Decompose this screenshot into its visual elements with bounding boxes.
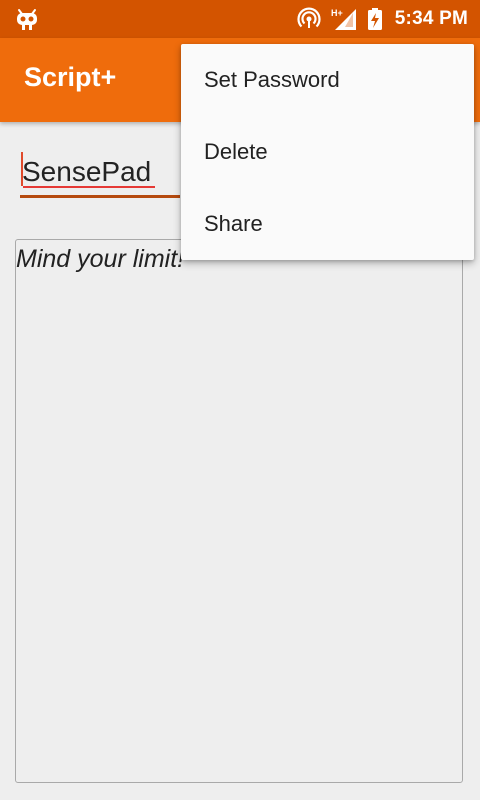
- status-icons: H+ 5:34 PM: [297, 0, 468, 38]
- network-type-label: H+: [331, 8, 343, 18]
- spell-check-underline: [23, 186, 155, 188]
- note-title-field[interactable]: SensePad: [20, 146, 180, 198]
- signal-hplus-icon: H+: [331, 8, 356, 30]
- menu-item-share[interactable]: Share: [181, 188, 474, 260]
- note-body-field[interactable]: Mind your limit!: [15, 239, 463, 783]
- android-debug-icon: [17, 9, 37, 30]
- note-title-value: SensePad: [22, 156, 152, 187]
- app-title: Script+: [24, 62, 117, 92]
- note-body-hint: Mind your limit!: [16, 245, 185, 273]
- overflow-menu: Set Password Delete Share: [181, 44, 474, 260]
- field-underline: [20, 195, 180, 198]
- menu-item-delete[interactable]: Delete: [181, 116, 474, 188]
- menu-item-set-password[interactable]: Set Password: [181, 44, 474, 116]
- status-time: 5:34 PM: [394, 8, 468, 29]
- battery-charging-icon: [367, 8, 382, 30]
- status-bar: H+ 5:34 PM: [0, 0, 480, 38]
- hotspot-icon: [297, 7, 321, 28]
